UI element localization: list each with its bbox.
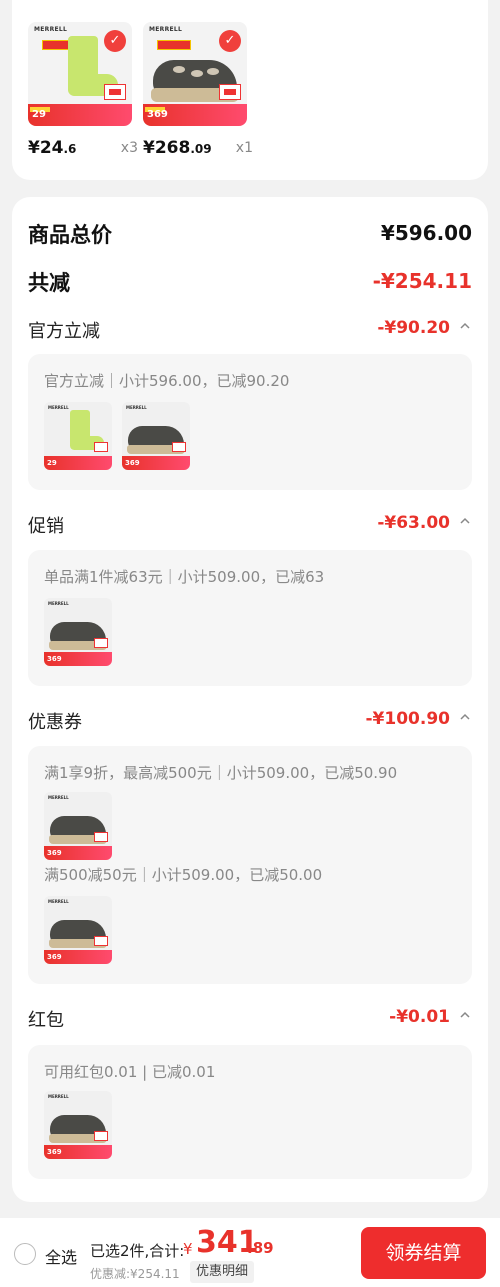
section-desc: 满1享9折，最高减500元｜小计509.00，已减50.90 <box>44 764 398 782</box>
section-label: 红包 <box>28 1010 64 1031</box>
gift-box-icon <box>94 1131 108 1141</box>
promo-price: 29 <box>32 109 46 120</box>
section-official-discount[interactable]: 官方立减 -¥90.20 <box>28 317 472 343</box>
chevron-up-icon[interactable] <box>460 1010 470 1020</box>
product-quantity: x3 <box>120 140 138 156</box>
product-thumb-shoes[interactable]: MERRELL 369 <box>44 1091 112 1159</box>
product-thumb-shoes[interactable]: MERRELL 369 <box>44 792 112 860</box>
section-label: 促销 <box>28 516 64 537</box>
product-socks[interactable]: MERRELL 29 ✓ ¥24.6 x3 <box>28 22 138 158</box>
product-thumb-shoes[interactable]: MERRELL 369 <box>122 402 190 470</box>
discount-amount: 优惠减:¥254.11 <box>90 1267 180 1281</box>
product-shoes[interactable]: MERRELL 369 ✓ ¥268.09 x1 <box>143 22 253 158</box>
checkmark-icon[interactable]: ✓ <box>219 30 241 52</box>
select-all-radio[interactable] <box>14 1243 36 1265</box>
total-reduce-row: 共减 -¥254.11 <box>28 267 472 297</box>
promotion-box: 单品满1件减63元｜小计509.00，已减63 MERRELL 369 <box>28 550 472 686</box>
product-thumb-shoes[interactable]: MERRELL 369 <box>44 598 112 666</box>
total-price-value: ¥596.00 <box>380 221 472 245</box>
checkmark-icon[interactable]: ✓ <box>104 30 126 52</box>
chevron-up-icon[interactable] <box>460 321 470 331</box>
official-discount-box: 官方立减｜小计596.00，已减90.20 MERRELL 29 MERRELL… <box>28 354 472 490</box>
product-price: ¥24.6 <box>28 138 77 158</box>
product-price: ¥268.09 <box>143 138 212 158</box>
select-all-label[interactable]: 全选 <box>45 1244 77 1268</box>
checkout-bar: 全选 已选2件,合计: ¥ 341 .89 优惠减:¥254.11 优惠明细 领… <box>0 1218 500 1287</box>
product-quantity: x1 <box>235 140 253 156</box>
gift-box-icon <box>94 638 108 648</box>
product-thumb-shoes[interactable]: MERRELL 369 <box>44 896 112 964</box>
red-packet-box: 可用红包0.01 | 已减0.01 MERRELL 369 <box>28 1045 472 1179</box>
promo-badge <box>157 40 191 50</box>
total-reduce-value: -¥254.11 <box>372 269 472 293</box>
selected-products-card: MERRELL 29 ✓ ¥24.6 x3 MERRELL 369 ✓ ¥268… <box>12 0 488 180</box>
gift-box-icon <box>94 936 108 946</box>
coupon-box: 满1享9折，最高减500元｜小计509.00，已减50.90 MERRELL 3… <box>28 746 472 984</box>
product-thumb-socks[interactable]: MERRELL 29 <box>44 402 112 470</box>
section-value: -¥90.20 <box>377 318 450 338</box>
section-desc: 单品满1件减63元｜小计509.00，已减63 <box>44 568 325 586</box>
discount-detail-card: 商品总价 ¥596.00 共减 -¥254.11 官方立减 -¥90.20 官方… <box>12 197 488 1202</box>
checkout-button[interactable]: 领券结算 <box>361 1227 486 1279</box>
section-label: 优惠券 <box>28 712 82 733</box>
total-reduce-label: 共减 <box>28 271 70 295</box>
promo-price: 369 <box>147 109 168 120</box>
section-desc: 官方立减｜小计596.00，已减90.20 <box>44 372 290 390</box>
total-price-label: 商品总价 <box>28 223 112 247</box>
selected-summary: 已选2件,合计: <box>90 1242 185 1260</box>
discount-detail-button[interactable]: 优惠明细 <box>190 1261 255 1283</box>
gift-box-icon <box>219 84 241 100</box>
section-red-packet[interactable]: 红包 -¥0.01 <box>28 1006 472 1032</box>
section-desc-2: 满500减50元｜小计509.00，已减50.00 <box>44 866 323 884</box>
total-price-row: 商品总价 ¥596.00 <box>28 219 472 249</box>
section-value: -¥63.00 <box>377 513 450 533</box>
total-decimal: .89 <box>247 1239 274 1257</box>
section-desc: 可用红包0.01 | 已减0.01 <box>44 1063 216 1081</box>
section-value: -¥0.01 <box>389 1007 450 1027</box>
section-label: 官方立减 <box>28 321 100 342</box>
product-image-socks[interactable]: MERRELL 29 ✓ <box>28 22 132 126</box>
section-promotion[interactable]: 促销 -¥63.00 <box>28 512 472 538</box>
product-image-shoes[interactable]: MERRELL 369 ✓ <box>143 22 247 126</box>
section-coupon[interactable]: 优惠券 -¥100.90 <box>28 708 472 734</box>
section-value: -¥100.90 <box>365 709 451 729</box>
brand-logo: MERRELL <box>149 26 183 33</box>
brand-logo: MERRELL <box>34 26 68 33</box>
gift-box-icon <box>172 442 186 452</box>
gift-box-icon <box>94 832 108 842</box>
chevron-up-icon[interactable] <box>460 516 470 526</box>
chevron-up-icon[interactable] <box>460 712 470 722</box>
gift-box-icon <box>94 442 108 452</box>
currency-symbol: ¥ <box>183 1240 193 1258</box>
gift-box-icon <box>104 84 126 100</box>
